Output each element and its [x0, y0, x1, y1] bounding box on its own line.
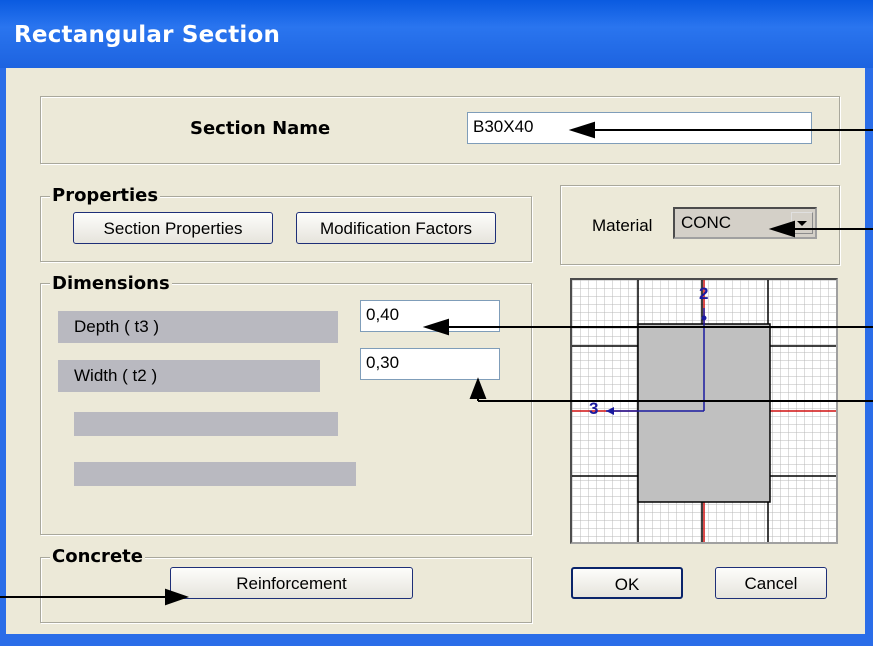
concrete-title: Concrete [50, 546, 145, 567]
window-frame-right [865, 68, 873, 646]
material-select[interactable]: CONC [673, 207, 817, 239]
width-input[interactable]: 0,30 [360, 348, 500, 380]
section-name-input[interactable]: B30X40 [467, 112, 812, 144]
title-bar[interactable]: Rectangular Section [0, 0, 873, 68]
dimensions-title: Dimensions [50, 273, 172, 294]
properties-title: Properties [50, 185, 161, 206]
empty-dimension-field-1 [74, 412, 338, 436]
ok-button[interactable]: OK [571, 567, 683, 599]
window-frame-bottom [0, 634, 873, 646]
cancel-button[interactable]: Cancel [715, 567, 827, 599]
axis-3-label: 3 [589, 399, 599, 418]
reinforcement-button[interactable]: Reinforcement [170, 567, 413, 599]
section-name-label: Section Name [190, 118, 331, 139]
section-properties-button[interactable]: Section Properties [73, 212, 273, 244]
section-preview: 2 3 [570, 278, 838, 544]
material-label: Material [592, 216, 653, 235]
empty-dimension-field-2 [74, 462, 356, 486]
rectangular-section-dialog: Rectangular Section Section Name B30X40 … [0, 0, 873, 646]
depth-label: Depth ( t3 ) [58, 311, 338, 343]
material-value: CONC [681, 213, 732, 232]
modification-factors-button[interactable]: Modification Factors [296, 212, 496, 244]
chevron-down-icon[interactable] [791, 212, 813, 234]
window-title: Rectangular Section [14, 22, 281, 48]
axis-2-label: 2 [699, 284, 709, 303]
width-label: Width ( t2 ) [58, 360, 320, 392]
depth-input[interactable]: 0,40 [360, 300, 500, 332]
window-frame-left [0, 68, 6, 646]
